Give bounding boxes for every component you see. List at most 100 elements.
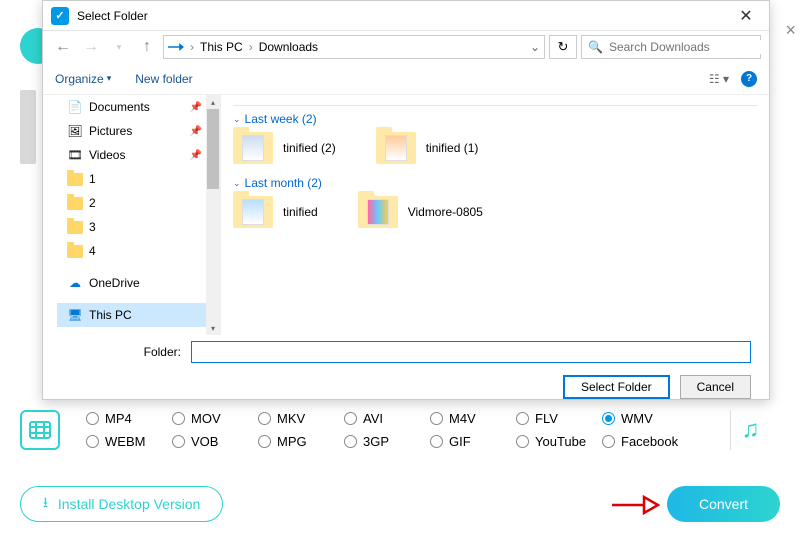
folder-item[interactable]: Vidmore-0805 xyxy=(358,196,483,228)
radio-icon xyxy=(602,412,615,425)
breadcrumb-current[interactable]: Downloads xyxy=(259,40,318,54)
folder-item[interactable]: tinified xyxy=(233,196,318,228)
pin-icon: 📌 xyxy=(190,150,202,161)
radio-icon xyxy=(172,412,185,425)
format-mkv[interactable]: MKV xyxy=(258,411,344,426)
folder-item[interactable]: tinified (2) xyxy=(233,132,336,164)
group-last-week[interactable]: ⌄Last week (2) xyxy=(233,112,757,126)
download-icon: ⭳ xyxy=(43,492,48,516)
pin-icon: 📌 xyxy=(190,126,202,137)
forward-icon[interactable]: → xyxy=(79,35,103,59)
folder-icon xyxy=(358,196,398,228)
radio-icon xyxy=(344,412,357,425)
bg-strip xyxy=(20,90,36,164)
group-last-month[interactable]: ⌄Last month (2) xyxy=(233,176,757,190)
chevron-down-icon[interactable]: ⌄ xyxy=(530,40,540,54)
folder-icon xyxy=(376,132,416,164)
scroll-thumb[interactable] xyxy=(207,109,219,189)
recent-dropdown-icon[interactable]: ▾ xyxy=(107,35,131,59)
new-folder-button[interactable]: New folder xyxy=(135,72,192,86)
footer: ⭳ Install Desktop Version Convert xyxy=(20,486,780,522)
folder-label: Folder: xyxy=(61,345,181,359)
format-vob[interactable]: VOB xyxy=(172,434,258,449)
radio-icon xyxy=(430,412,443,425)
refresh-icon[interactable]: ↻ xyxy=(549,35,577,59)
search-input[interactable] xyxy=(609,40,764,54)
format-label: MP4 xyxy=(105,411,132,426)
format-flv[interactable]: FLV xyxy=(516,411,602,426)
organize-menu[interactable]: Organize▾ xyxy=(55,72,111,86)
format-avi[interactable]: AVI xyxy=(344,411,430,426)
back-icon[interactable]: ← xyxy=(51,35,75,59)
format-grid: MP4 MOV MKV AVI M4V FLVWMV WEBMVOB MPG 3GP GIF Yo… xyxy=(86,411,688,449)
scroll-down-icon[interactable]: ▾ xyxy=(206,321,220,335)
folder-input[interactable] xyxy=(191,341,751,363)
folder-icon xyxy=(67,197,83,210)
format-label: Facebook xyxy=(621,434,678,449)
format-mov[interactable]: MOV xyxy=(172,411,258,426)
format-label: MOV xyxy=(191,411,221,426)
tree-onedrive[interactable]: ☁OneDrive xyxy=(57,271,220,295)
dialog-titlebar: ✓ Select Folder ✕ xyxy=(43,1,769,31)
chevron-right-icon: › xyxy=(186,40,198,54)
format-label: AVI xyxy=(363,411,383,426)
divider xyxy=(233,105,757,106)
install-desktop-button[interactable]: ⭳ Install Desktop Version xyxy=(20,486,223,522)
format-label: MPG xyxy=(277,434,307,449)
format-youtube[interactable]: YouTube xyxy=(516,434,602,449)
tree-this-pc[interactable]: 🖥This PC xyxy=(57,303,220,327)
folder-icon xyxy=(67,221,83,234)
tree-folder-1[interactable]: 1 xyxy=(57,167,220,191)
format-webm[interactable]: WEBM xyxy=(86,434,172,449)
radio-icon xyxy=(172,435,185,448)
app-icon: ✓ xyxy=(51,7,69,25)
tree-documents[interactable]: 📄Documents📌 xyxy=(57,95,220,119)
format-3gp[interactable]: 3GP xyxy=(344,434,430,449)
format-label: 3GP xyxy=(363,434,389,449)
thispc-icon: 🖥 xyxy=(67,307,83,323)
folder-item[interactable]: tinified (1) xyxy=(376,132,479,164)
tree-folder-2[interactable]: 2 xyxy=(57,191,220,215)
view-options-icon[interactable]: ☷ ▾ xyxy=(709,72,729,86)
breadcrumb-root[interactable]: This PC xyxy=(200,40,243,54)
page-close-icon[interactable]: × xyxy=(785,20,796,41)
folder-content: ⌄Last week (2) tinified (2) tinified (1)… xyxy=(221,95,769,335)
tree-folder-3[interactable]: 3 xyxy=(57,215,220,239)
format-label: GIF xyxy=(449,434,471,449)
convert-button[interactable]: Convert xyxy=(667,486,780,522)
help-icon[interactable]: ? xyxy=(741,71,757,87)
breadcrumb[interactable]: › This PC › Downloads ⌄ xyxy=(163,35,545,59)
format-label: M4V xyxy=(449,411,476,426)
cancel-button[interactable]: Cancel xyxy=(680,375,751,399)
format-mp4[interactable]: MP4 xyxy=(86,411,172,426)
documents-icon: 📄 xyxy=(67,99,83,115)
tree-folder-4[interactable]: 4 xyxy=(57,239,220,263)
format-m4v[interactable]: M4V xyxy=(430,411,516,426)
videos-icon: 🎞 xyxy=(67,147,83,163)
format-label: YouTube xyxy=(535,434,586,449)
tree-pictures[interactable]: 🖼Pictures📌 xyxy=(57,119,220,143)
select-folder-button[interactable]: Select Folder xyxy=(563,375,670,399)
video-icon[interactable] xyxy=(20,410,60,450)
radio-icon xyxy=(258,435,271,448)
nav-tree: 📄Documents📌 🖼Pictures📌 🎞Videos📌 1 2 3 4 … xyxy=(43,95,221,335)
format-facebook[interactable]: Facebook xyxy=(602,434,688,449)
folder-icon xyxy=(67,245,83,258)
folder-icon xyxy=(233,196,273,228)
chevron-down-icon: ⌄ xyxy=(233,114,241,125)
format-wmv[interactable]: WMV xyxy=(602,411,688,426)
chevron-down-icon: ⌄ xyxy=(233,178,241,189)
onedrive-icon: ☁ xyxy=(67,275,83,291)
scroll-up-icon[interactable]: ▴ xyxy=(206,95,220,109)
format-mpg[interactable]: MPG xyxy=(258,434,344,449)
select-folder-dialog: ✓ Select Folder ✕ ← → ▾ ↑ › This PC › Do… xyxy=(42,0,770,400)
format-gif[interactable]: GIF xyxy=(430,434,516,449)
music-icon[interactable]: ♫ xyxy=(730,410,770,450)
pin-icon: 📌 xyxy=(190,102,202,113)
close-icon[interactable]: ✕ xyxy=(731,1,761,31)
chevron-down-icon: ▾ xyxy=(107,73,112,84)
search-box[interactable]: 🔍 xyxy=(581,35,761,59)
sidebar-scrollbar[interactable]: ▴ ▾ xyxy=(206,95,220,335)
tree-videos[interactable]: 🎞Videos📌 xyxy=(57,143,220,167)
up-icon[interactable]: ↑ xyxy=(135,35,159,59)
